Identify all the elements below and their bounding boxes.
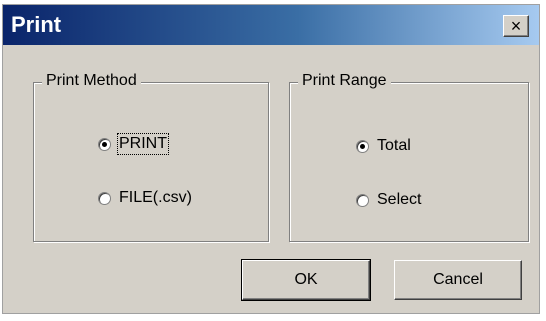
radio-total-label: Total <box>377 137 411 154</box>
cancel-button[interactable]: Cancel <box>394 260 522 300</box>
radio-total[interactable]: Total <box>356 137 411 155</box>
close-icon: × <box>510 16 522 36</box>
radio-file-csv-label: FILE(.csv) <box>119 189 192 206</box>
radio-select[interactable]: Select <box>356 191 421 209</box>
print-dialog: Print × Print Method PRINT FILE(.csv) Pr… <box>2 4 540 314</box>
radio-file-csv-circle[interactable] <box>98 191 111 205</box>
radio-select-label: Select <box>377 191 422 208</box>
print-range-group: Print Range Total Select <box>289 72 529 242</box>
radio-print-circle[interactable] <box>98 137 111 151</box>
print-range-label: Print Range <box>298 72 391 90</box>
print-method-label: Print Method <box>42 72 141 90</box>
title-bar: Print × <box>3 5 539 45</box>
radio-total-circle[interactable] <box>356 139 369 153</box>
radio-select-circle[interactable] <box>356 193 369 207</box>
ok-button[interactable]: OK <box>241 259 371 301</box>
print-method-group: Print Method PRINT FILE(.csv) <box>33 72 269 242</box>
dialog-title: Print <box>11 12 62 37</box>
radio-print-label: PRINT <box>117 133 169 155</box>
close-button[interactable]: × <box>503 15 529 37</box>
radio-print[interactable]: PRINT <box>98 133 169 155</box>
radio-file-csv[interactable]: FILE(.csv) <box>98 189 192 207</box>
